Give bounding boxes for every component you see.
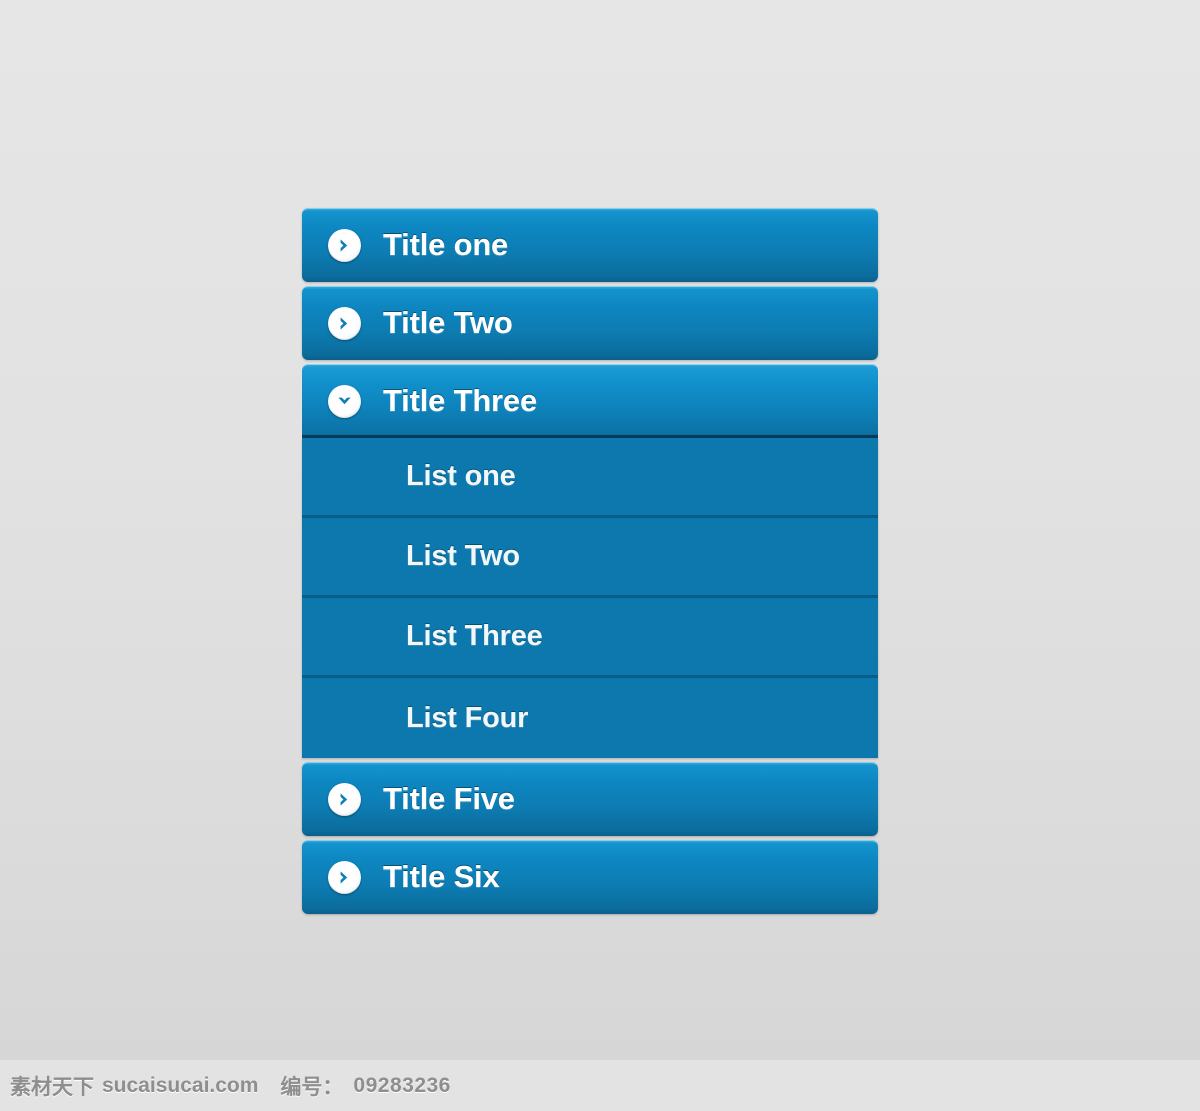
list-item-label: List Four (406, 701, 529, 734)
page-canvas: Title one Title Two Title Three List one… (0, 0, 1200, 1060)
accordion-menu: Title one Title Two Title Three List one… (302, 208, 878, 914)
accordion-header-title-three[interactable]: Title Three (302, 364, 878, 438)
accordion-header-label: Title Three (383, 383, 537, 418)
chevron-right-circle-icon (328, 228, 361, 262)
watermark-site: sucaisucai.com (102, 1073, 259, 1097)
chevron-right-circle-icon (328, 860, 361, 894)
list-item-label: List one (406, 460, 516, 492)
watermark-brand: 素材天下 (10, 1075, 94, 1099)
accordion-header-label: Title Six (383, 859, 500, 894)
accordion-header-title-five[interactable]: Title Five (302, 762, 878, 836)
accordion-header-label: Title one (383, 227, 509, 262)
accordion-header-label: Title Five (383, 781, 515, 816)
list-item-label: List Two (406, 540, 520, 572)
accordion-header-title-six[interactable]: Title Six (302, 840, 878, 914)
chevron-right-circle-icon (328, 306, 361, 340)
list-item[interactable]: List one (302, 438, 878, 518)
accordion-header-label: Title Two (383, 305, 513, 340)
chevron-down-circle-icon (328, 384, 361, 418)
chevron-right-circle-icon (328, 782, 361, 816)
watermark-number-label: 编号： (280, 1075, 344, 1099)
accordion-header-title-one[interactable]: Title one (302, 208, 878, 282)
list-item[interactable]: List Two (302, 518, 878, 598)
list-item[interactable]: List Three (302, 598, 878, 678)
list-item-label: List Three (406, 620, 543, 652)
list-item[interactable]: List Four (302, 678, 878, 758)
accordion-header-title-two[interactable]: Title Two (302, 286, 878, 360)
accordion-sublist: List one List Two List Three List Four (302, 438, 878, 758)
watermark-footer: 素材天下 sucaisucai.com 编号： 09283236 (0, 1060, 1200, 1111)
watermark-number-value: 09283236 (353, 1073, 451, 1097)
